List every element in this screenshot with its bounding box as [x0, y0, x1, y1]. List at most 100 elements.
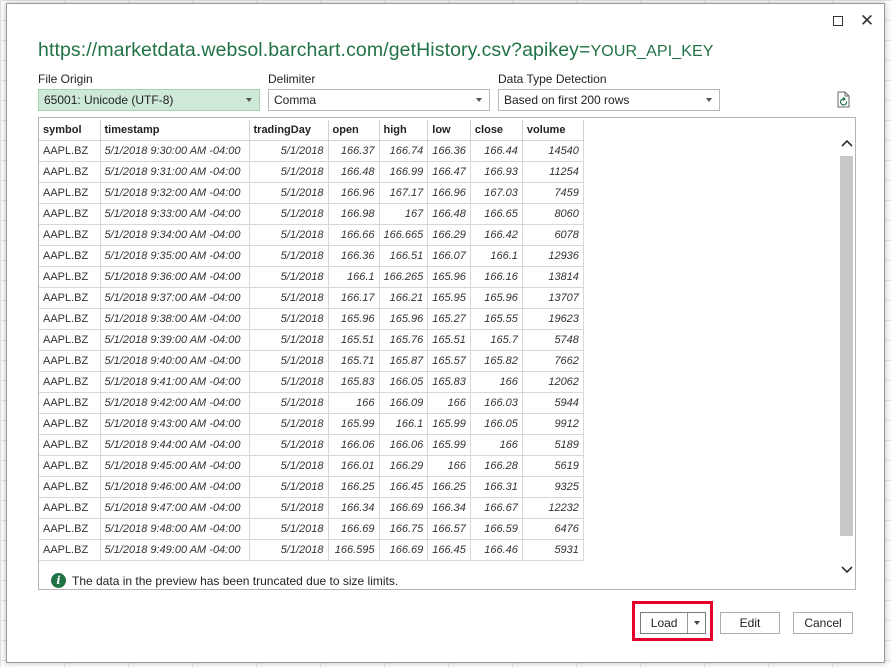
table-cell: 5/1/2018 9:40:00 AM -04:00: [100, 350, 250, 372]
table-cell: 165.76: [379, 329, 429, 351]
table-cell: 14540: [522, 140, 584, 162]
table-cell: 166.69: [379, 539, 429, 561]
column-header[interactable]: symbol: [39, 120, 101, 141]
table-cell: 166.01: [328, 455, 380, 477]
chevron-down-icon: [246, 98, 252, 102]
table-cell: 5/1/2018 9:37:00 AM -04:00: [100, 287, 250, 309]
table-cell: AAPL.BZ: [39, 434, 101, 456]
table-cell: AAPL.BZ: [39, 224, 101, 246]
table-cell: 166: [470, 371, 523, 393]
scroll-up-button[interactable]: [838, 132, 855, 154]
table-cell: AAPL.BZ: [39, 308, 101, 330]
table-cell: AAPL.BZ: [39, 287, 101, 309]
truncation-text: The data in the preview has been truncat…: [72, 573, 399, 588]
column-header[interactable]: high: [379, 120, 429, 141]
table-row: AAPL.BZ 5/1/2018 9:33:00 AM -04:00 5/1/201…: [39, 203, 584, 225]
table-cell: AAPL.BZ: [39, 455, 101, 477]
table-cell: 166.25: [328, 476, 380, 498]
column-header[interactable]: close: [470, 120, 523, 141]
column-header[interactable]: open: [328, 120, 380, 141]
vertical-scrollbar[interactable]: [838, 118, 855, 589]
table-cell: 165.55: [470, 308, 523, 330]
table-cell: 166.1: [470, 245, 523, 267]
file-origin-select[interactable]: 65001: Unicode (UTF-8): [38, 89, 260, 111]
column-header[interactable]: timestamp: [100, 120, 250, 141]
table-cell: 5931: [522, 539, 584, 561]
table-cell: 6078: [522, 224, 584, 246]
delimiter-label: Delimiter: [268, 72, 316, 86]
chevron-down-icon: [706, 98, 712, 102]
table-cell: 5/1/2018 9:45:00 AM -04:00: [100, 455, 250, 477]
table-cell: AAPL.BZ: [39, 413, 101, 435]
dialog-title: https://marketdata.websol.barchart.com/g…: [38, 39, 714, 62]
table-cell: 166.34: [427, 497, 471, 519]
table-cell: 166.03: [470, 392, 523, 414]
csv-import-dialog: ✕ https://marketdata.websol.barchart.com…: [6, 3, 885, 663]
table-cell: AAPL.BZ: [39, 140, 101, 162]
table-cell: 166: [470, 434, 523, 456]
column-header[interactable]: low: [427, 120, 471, 141]
table-cell: 166.1: [328, 266, 380, 288]
table-row: AAPL.BZ 5/1/2018 9:49:00 AM -04:00 5/1/201…: [39, 539, 584, 561]
delimiter-select[interactable]: Comma: [268, 89, 490, 111]
table-cell: 5/1/2018 9:30:00 AM -04:00: [100, 140, 250, 162]
table-cell: AAPL.BZ: [39, 497, 101, 519]
table-cell: 5/1/2018: [249, 224, 329, 246]
table-cell: 166.98: [328, 203, 380, 225]
table-cell: AAPL.BZ: [39, 392, 101, 414]
table-cell: 166: [427, 392, 471, 414]
data-type-detection-label: Data Type Detection: [498, 72, 607, 86]
table-cell: 5/1/2018: [249, 329, 329, 351]
column-header[interactable]: tradingDay: [249, 120, 329, 141]
table-cell: 166.93: [470, 161, 523, 183]
preview-table: symbol timestamp tradingDay open high lo…: [39, 120, 584, 561]
table-cell: 5189: [522, 434, 584, 456]
table-cell: 5/1/2018 9:42:00 AM -04:00: [100, 392, 250, 414]
table-cell: 5/1/2018: [249, 518, 329, 540]
load-dropdown-button[interactable]: [688, 621, 705, 625]
table-cell: 166.45: [379, 476, 429, 498]
table-cell: 7459: [522, 182, 584, 204]
table-row: AAPL.BZ 5/1/2018 9:44:00 AM -04:00 5/1/201…: [39, 434, 584, 456]
table-row: AAPL.BZ 5/1/2018 9:34:00 AM -04:00 5/1/201…: [39, 224, 584, 246]
refresh-file-icon[interactable]: [835, 91, 853, 109]
load-split-button[interactable]: Load: [640, 612, 706, 634]
table-cell: AAPL.BZ: [39, 182, 101, 204]
table-cell: 166.69: [379, 497, 429, 519]
edit-button[interactable]: Edit: [720, 612, 780, 634]
table-cell: 166.42: [470, 224, 523, 246]
table-cell: 165.96: [470, 287, 523, 309]
table-row: AAPL.BZ 5/1/2018 9:38:00 AM -04:00 5/1/201…: [39, 308, 584, 330]
cancel-button[interactable]: Cancel: [793, 612, 853, 634]
table-row: AAPL.BZ 5/1/2018 9:45:00 AM -04:00 5/1/201…: [39, 455, 584, 477]
load-button[interactable]: Load: [641, 616, 687, 630]
table-cell: 5/1/2018: [249, 287, 329, 309]
table-cell: 166.05: [379, 371, 429, 393]
close-button[interactable]: ✕: [858, 11, 876, 30]
data-type-detection-select[interactable]: Based on first 200 rows: [498, 89, 720, 111]
info-icon: i: [51, 573, 66, 588]
table-cell: 166.45: [427, 539, 471, 561]
data-type-detection-value: Based on first 200 rows: [504, 93, 630, 107]
table-cell: 165.51: [427, 329, 471, 351]
scroll-down-button[interactable]: [838, 559, 855, 581]
table-cell: 165.99: [427, 434, 471, 456]
table-cell: 9325: [522, 476, 584, 498]
table-cell: 5/1/2018 9:43:00 AM -04:00: [100, 413, 250, 435]
table-cell: 166.1: [379, 413, 429, 435]
data-preview-pane: symbol timestamp tradingDay open high lo…: [38, 117, 856, 590]
table-cell: 166.265: [379, 266, 429, 288]
table-cell: 6476: [522, 518, 584, 540]
table-cell: 166.06: [379, 434, 429, 456]
table-row: AAPL.BZ 5/1/2018 9:36:00 AM -04:00 5/1/201…: [39, 266, 584, 288]
table-cell: 165.82: [470, 350, 523, 372]
table-cell: 165.95: [427, 287, 471, 309]
maximize-button[interactable]: [829, 12, 847, 30]
scroll-thumb[interactable]: [840, 156, 853, 536]
table-cell: 165.27: [427, 308, 471, 330]
table-cell: 166.06: [328, 434, 380, 456]
table-cell: 5/1/2018 9:41:00 AM -04:00: [100, 371, 250, 393]
column-header[interactable]: volume: [522, 120, 584, 141]
table-cell: 166.16: [470, 266, 523, 288]
table-cell: 5/1/2018: [249, 308, 329, 330]
